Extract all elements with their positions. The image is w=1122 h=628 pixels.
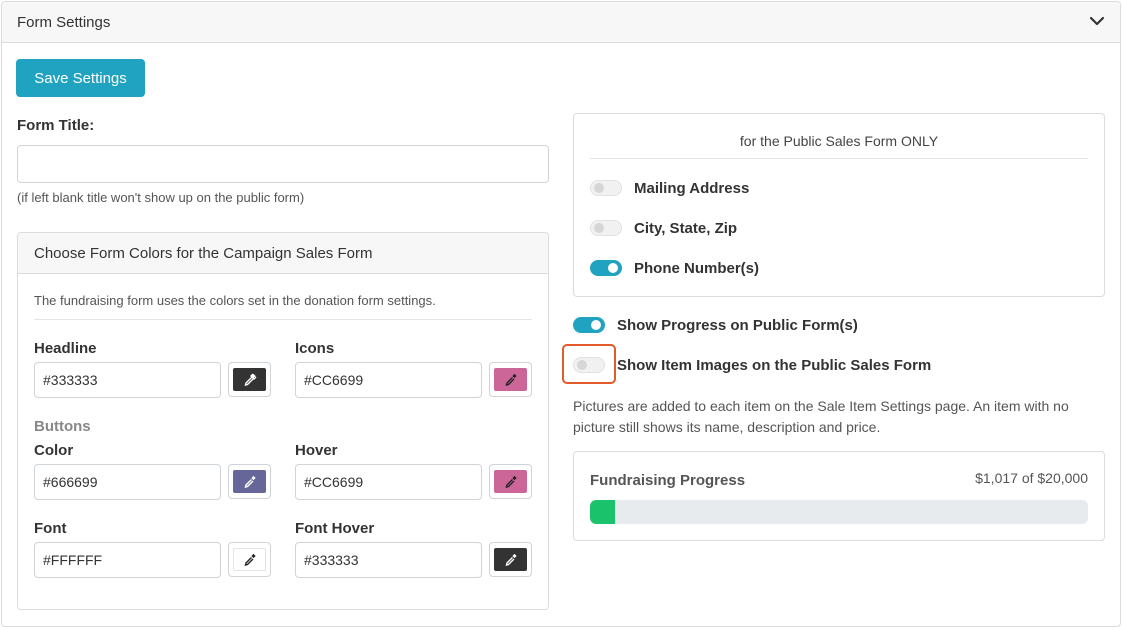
chevron-down-icon[interactable]: [1088, 12, 1106, 30]
icons-label: Icons: [295, 340, 335, 357]
button-color-label: Color: [34, 442, 74, 459]
show-item-images-highlight: [562, 344, 616, 384]
fundraising-progress-label: Fundraising Progress: [590, 472, 746, 489]
button-color-input[interactable]: #666699: [34, 464, 221, 500]
eyedropper-icon: [505, 553, 517, 566]
icons-swatch: [494, 368, 527, 391]
form-colors-description: The fundraising form uses the colors set…: [34, 293, 436, 308]
form-colors-card-title: Choose Form Colors for the Campaign Sale…: [34, 245, 373, 262]
headline-color-input[interactable]: #333333: [34, 362, 221, 398]
show-item-images-help: Pictures are added to each item on the S…: [573, 398, 1069, 435]
headline-color-picker[interactable]: [228, 362, 271, 397]
divider: [590, 158, 1088, 159]
form-colors-card-header: Choose Form Colors for the Campaign Sale…: [18, 233, 548, 274]
fundraising-progress-bar: [590, 500, 1088, 524]
show-progress-toggle[interactable]: [573, 317, 605, 333]
button-hover-label: Hover: [295, 442, 338, 459]
icons-color-picker[interactable]: [489, 362, 532, 397]
font-color-input[interactable]: #FFFFFF: [34, 542, 221, 578]
font-hover-swatch: [494, 548, 527, 571]
form-title-label: Form Title:: [17, 117, 95, 134]
eyedropper-icon: [244, 373, 256, 386]
headline-swatch: [233, 368, 266, 391]
button-hover-swatch: [494, 470, 527, 493]
font-color-picker[interactable]: [228, 542, 271, 577]
eyedropper-icon: [505, 373, 517, 386]
button-color-swatch: [233, 470, 266, 493]
form-title-help: (if left blank title won't show up on th…: [17, 190, 305, 205]
button-color-picker[interactable]: [228, 464, 271, 499]
divider: [34, 319, 532, 320]
phone-numbers-label: Phone Number(s): [634, 260, 760, 277]
eyedropper-icon: [244, 475, 256, 488]
show-item-images-label: Show Item Images on the Public Sales For…: [617, 357, 932, 374]
button-hover-picker[interactable]: [489, 464, 532, 499]
fundraising-progress-amount: $1,017 of $20,000: [975, 470, 1088, 486]
mailing-address-toggle[interactable]: [590, 180, 622, 196]
icons-color-input[interactable]: #CC6699: [295, 362, 482, 398]
buttons-heading: Buttons: [34, 418, 91, 435]
fundraising-progress-card: [573, 451, 1105, 541]
eyedropper-icon: [244, 553, 256, 566]
button-hover-input[interactable]: #CC6699: [295, 464, 482, 500]
fundraising-progress-fill: [590, 500, 616, 524]
city-state-zip-label: City, State, Zip: [634, 220, 738, 237]
eyedropper-icon: [505, 475, 517, 488]
font-hover-picker[interactable]: [489, 542, 532, 577]
city-state-zip-toggle[interactable]: [590, 220, 622, 236]
headline-label: Headline: [34, 340, 97, 357]
font-hover-label: Font Hover: [295, 520, 375, 537]
phone-numbers-toggle[interactable]: [590, 260, 622, 276]
show-progress-label: Show Progress on Public Form(s): [617, 317, 858, 334]
font-label: Font: [34, 520, 67, 537]
form-title-input[interactable]: [17, 145, 549, 183]
panel-title: Form Settings: [17, 14, 111, 31]
mailing-address-label: Mailing Address: [634, 180, 750, 197]
font-hover-input[interactable]: #333333: [295, 542, 482, 578]
panel-header[interactable]: Form Settings: [2, 2, 1120, 43]
font-color-swatch: [233, 548, 266, 571]
save-settings-button[interactable]: Save Settings: [16, 59, 145, 97]
public-form-card-title: for the Public Sales Form ONLY: [739, 133, 939, 149]
